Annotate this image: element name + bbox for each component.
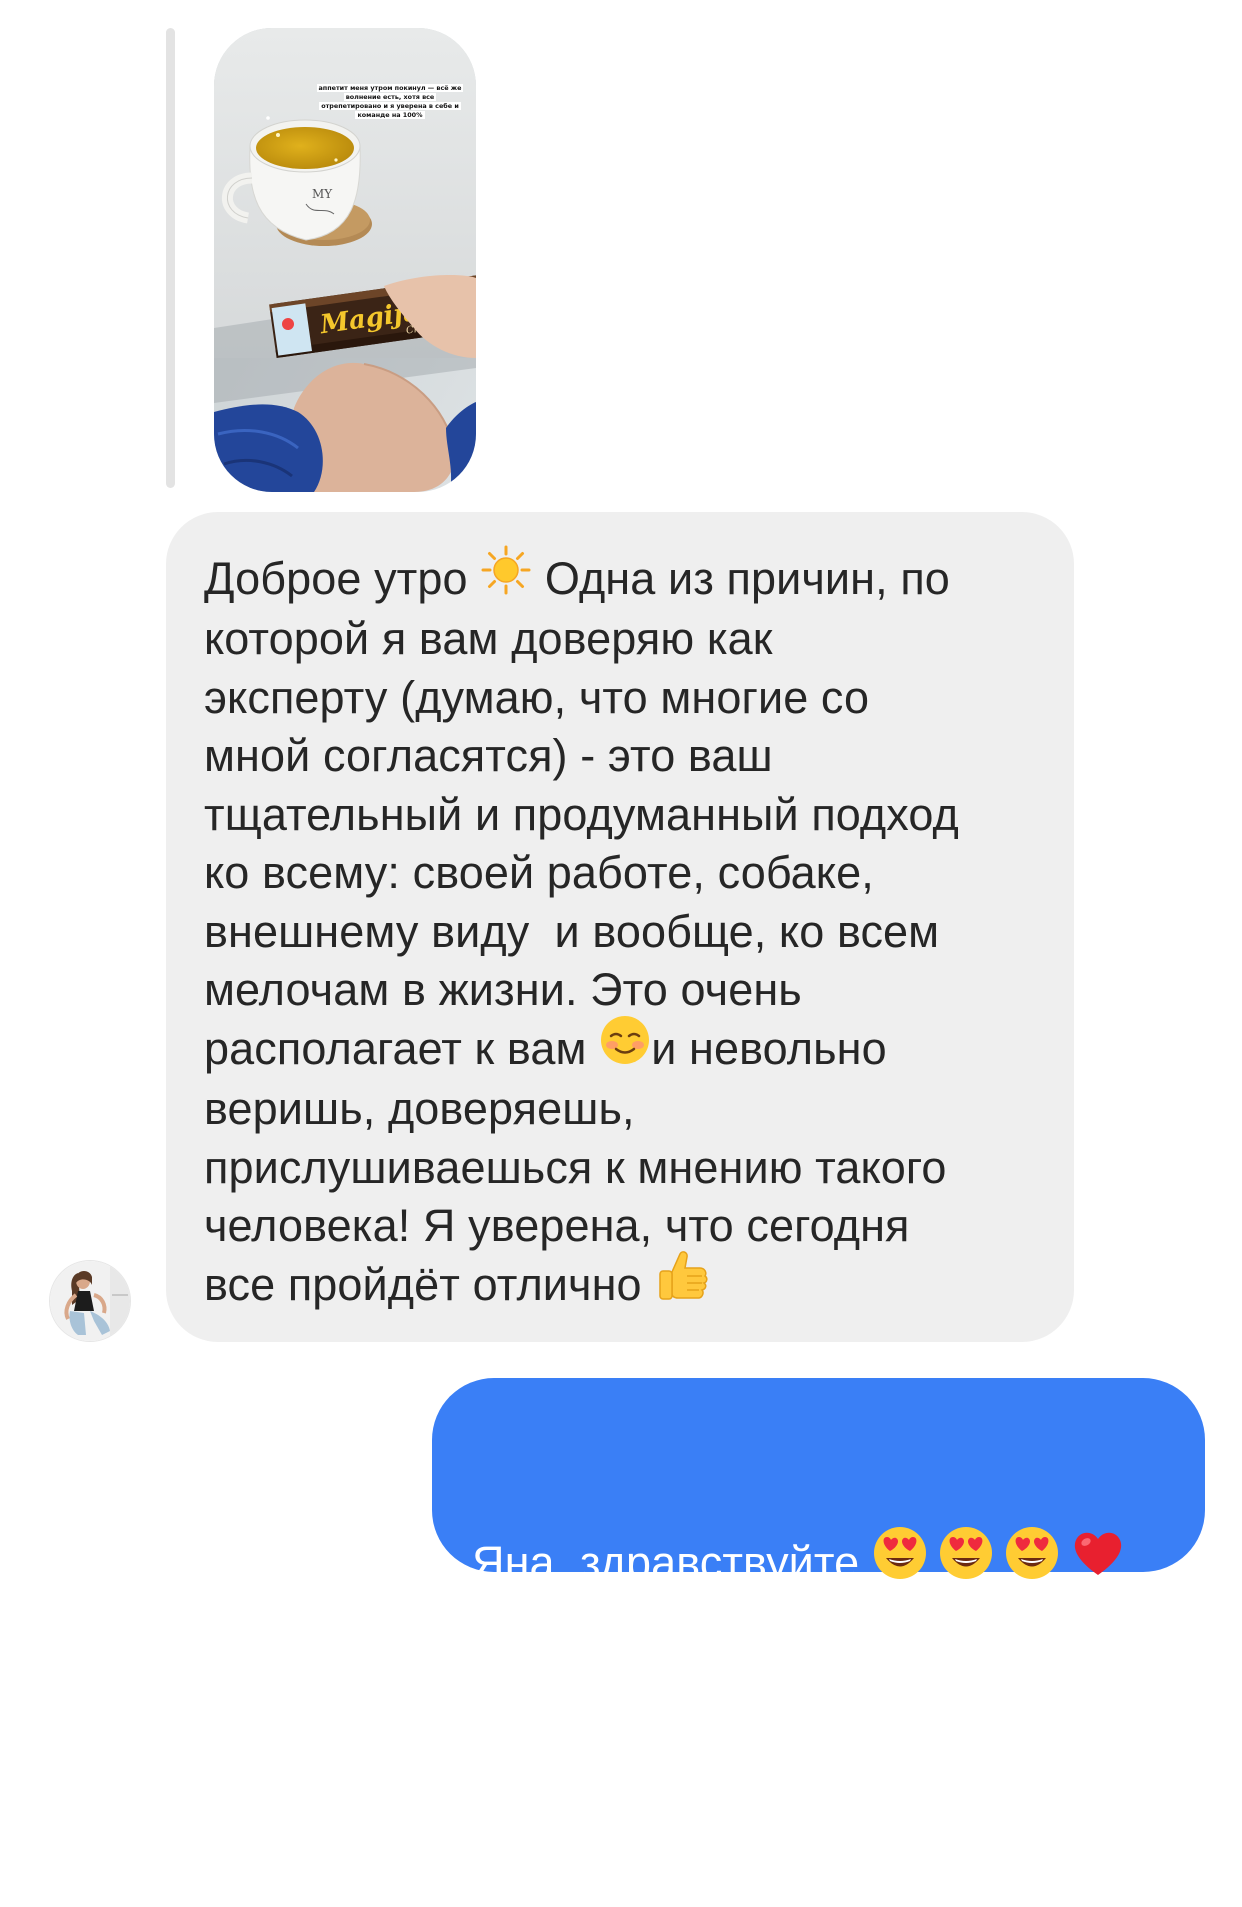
smiling-face-icon <box>599 1014 651 1081</box>
outgoing-greeting-text: Яна, здравствуйте <box>472 1537 872 1588</box>
sender-avatar[interactable] <box>49 1260 131 1342</box>
incoming-message-line: все пройдёт отлично <box>204 1250 1048 1321</box>
mug-print: MY <box>312 187 333 201</box>
thumbs-up-icon <box>654 1246 710 1321</box>
outgoing-emoji-row <box>872 1527 1136 1588</box>
reply-indicator-line <box>166 28 175 488</box>
outgoing-message-bubble[interactable]: Яна, здравствуйте Спасибо вам за эти сло… <box>432 1378 1205 1777</box>
incoming-message-line: веришь, доверяешь, <box>204 1083 635 1135</box>
story-reply-thumbnail[interactable]: MY Magija Chocolate апп <box>214 28 476 492</box>
incoming-message-line: внешнему виду и вообще, ко всем <box>204 905 940 957</box>
incoming-message-line: эксперту (думаю, что многие со <box>204 671 870 723</box>
incoming-message-text: Доброе утро Одна из причин, по которой я … <box>204 545 1048 1321</box>
red-heart-icon <box>1070 1525 1126 1597</box>
sun-icon <box>480 544 532 611</box>
heart-eyes-icon <box>872 1525 928 1597</box>
story-caption: аппетит меня утром покинул — всё же волн… <box>316 84 464 119</box>
avatar-photo <box>50 1261 130 1341</box>
heart-eyes-icon <box>1004 1525 1060 1597</box>
incoming-message-line: мной согласятся) - это ваш <box>204 730 773 782</box>
incoming-message-line: прислушиваешься к мнению такого <box>204 1141 947 1193</box>
outgoing-line-1: Яна, здравствуйте <box>472 1527 1181 1597</box>
incoming-message-line: располагает к вам и невольно <box>204 1015 1048 1080</box>
incoming-message-line: мелочам в жизни. Это очень <box>204 964 802 1016</box>
heart-eyes-icon <box>938 1525 994 1597</box>
incoming-message-bubble[interactable]: Доброе утро Одна из причин, по которой я … <box>166 512 1074 1342</box>
outgoing-line-2: Спасибо вам за эти слова! <box>472 1726 1033 1778</box>
incoming-message-line: ко всему: своей работе, собаке, <box>204 847 874 899</box>
incoming-message-line: которой я вам доверяю как <box>204 613 773 665</box>
incoming-message-line: Доброе утро Одна из причин, по <box>204 545 1048 610</box>
incoming-message-line: человека! Я уверена, что сегодня <box>204 1200 910 1252</box>
incoming-message-line: тщательный и продуманный подход <box>204 788 959 840</box>
